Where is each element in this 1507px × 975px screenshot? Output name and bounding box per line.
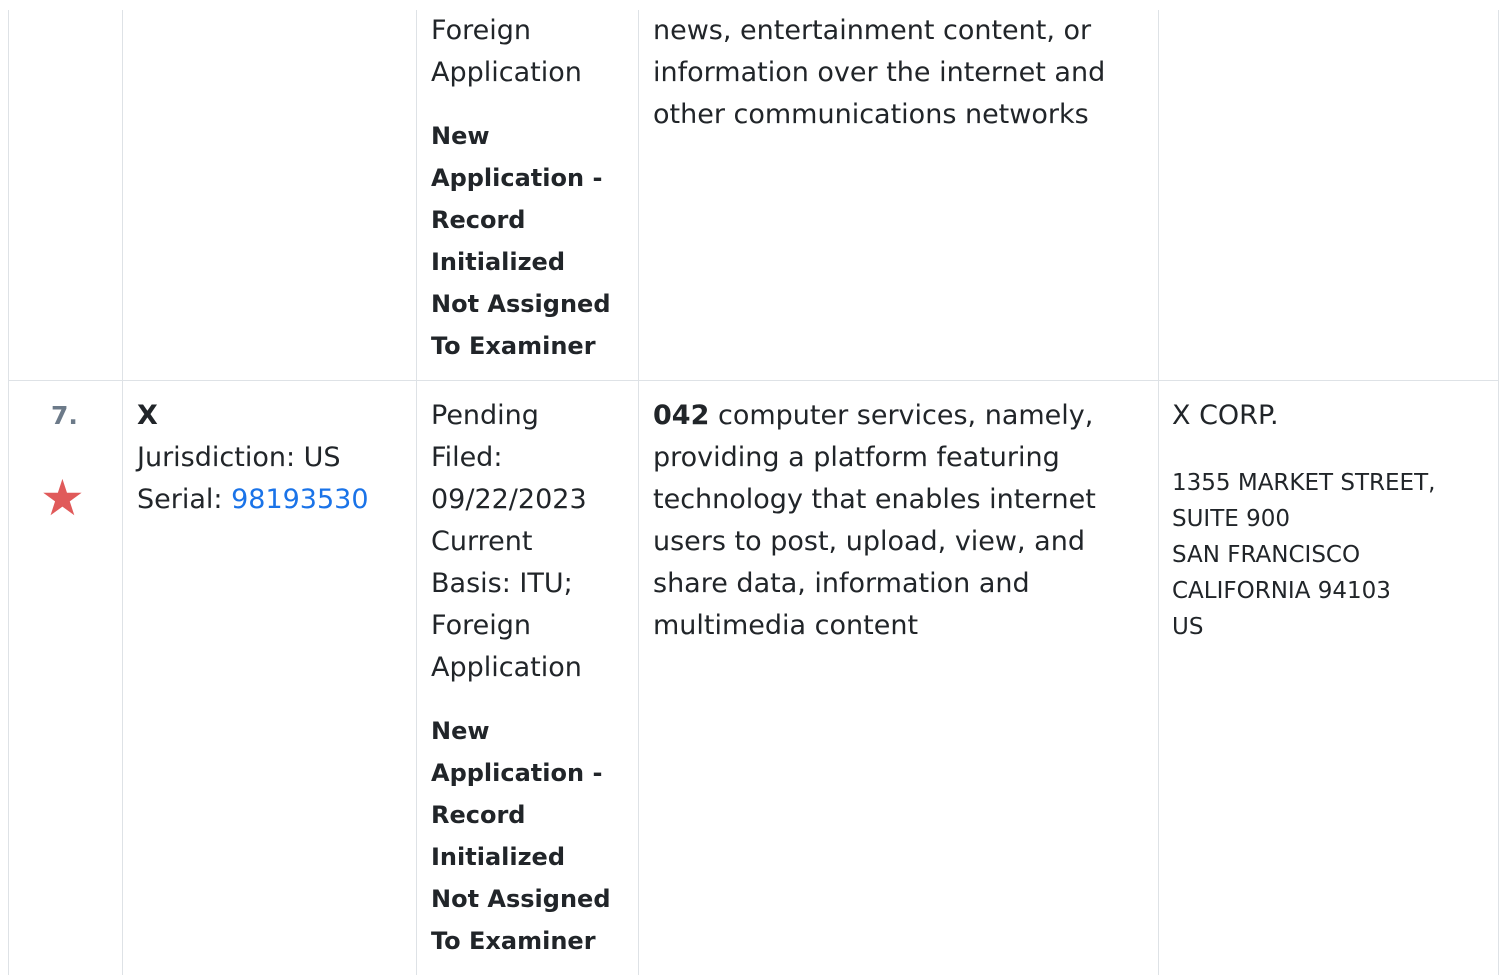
owner-cell: X CORP. 1355 MARKET STREET, SUITE 900 SA… (1158, 381, 1499, 975)
goods-line: providing a platform featuring (653, 442, 1060, 473)
address-line: SAN FRANCISCO (1172, 542, 1361, 568)
goods-line: information over the internet and (653, 57, 1106, 88)
mark-name: X (137, 400, 158, 431)
table-row: 7. ★ X Jurisdiction: US Serial: 98193530… (8, 380, 1499, 975)
star-icon[interactable]: ★ (40, 473, 85, 523)
status-line: 09/22/2023 (431, 484, 587, 515)
goods-line: other communications networks (653, 99, 1089, 130)
status-note-line: Not Assigned (431, 885, 611, 913)
status-line: Pending (431, 400, 539, 431)
status-line: Filed: (431, 442, 503, 473)
status-note-line: To Examiner (431, 927, 596, 955)
status-cell: Pending Filed: 09/22/2023 Current Basis:… (416, 381, 638, 975)
status-cell: Foreign Application New Application - Re… (416, 10, 638, 380)
goods-text: computer services, namely, (717, 400, 1094, 431)
status-note-line: Record (431, 206, 526, 234)
owner-cell (1158, 10, 1499, 380)
table-row: Foreign Application New Application - Re… (8, 10, 1499, 380)
address-line: SUITE 900 (1172, 506, 1291, 532)
number-cell: 7. ★ (8, 381, 122, 975)
status-note-line: To Examiner (431, 332, 596, 360)
address-line: CALIFORNIA 94103 (1172, 578, 1391, 604)
jurisdiction: Jurisdiction: US (137, 442, 341, 473)
row-number: 7. (51, 401, 78, 430)
status-line: Foreign (431, 610, 531, 641)
status-line: Basis: ITU; (431, 568, 573, 599)
status-note-line: Record (431, 801, 526, 829)
number-cell (8, 10, 122, 380)
goods-line: news, entertainment content, or (653, 15, 1092, 46)
results-table: Foreign Application New Application - Re… (8, 10, 1499, 975)
status-line: Application (431, 57, 582, 88)
class-code: 042 (653, 400, 710, 431)
goods-services-cell: 042 computer services, namely, providing… (638, 381, 1158, 975)
status-note-line: Not Assigned (431, 290, 611, 318)
serial-number-link[interactable]: 98193530 (231, 484, 368, 515)
status-line: Application (431, 652, 582, 683)
status-note-line: Application - (431, 164, 603, 192)
status-note-line: Initialized (431, 248, 566, 276)
status-line: Foreign (431, 15, 531, 46)
serial-row: Serial: 98193530 (137, 479, 369, 521)
owner-name: X CORP. (1172, 400, 1279, 431)
mark-cell: X Jurisdiction: US Serial: 98193530 (122, 381, 416, 975)
address-line: 1355 MARKET STREET, (1172, 470, 1436, 496)
mark-cell (122, 10, 416, 380)
address-line: US (1172, 614, 1204, 640)
status-note-line: New (431, 717, 490, 745)
goods-line: users to post, upload, view, and (653, 526, 1085, 557)
goods-services-cell: news, entertainment content, or informat… (638, 10, 1158, 380)
status-note-line: Initialized (431, 843, 566, 871)
status-note-line: New (431, 122, 490, 150)
serial-label: Serial: (137, 484, 223, 515)
goods-line: multimedia content (653, 610, 919, 641)
goods-line: 042 computer services, namely, (653, 395, 1093, 437)
goods-line: technology that enables internet (653, 484, 1096, 515)
goods-line: share data, information and (653, 568, 1030, 599)
status-note-line: Application - (431, 759, 603, 787)
status-line: Current (431, 526, 533, 557)
